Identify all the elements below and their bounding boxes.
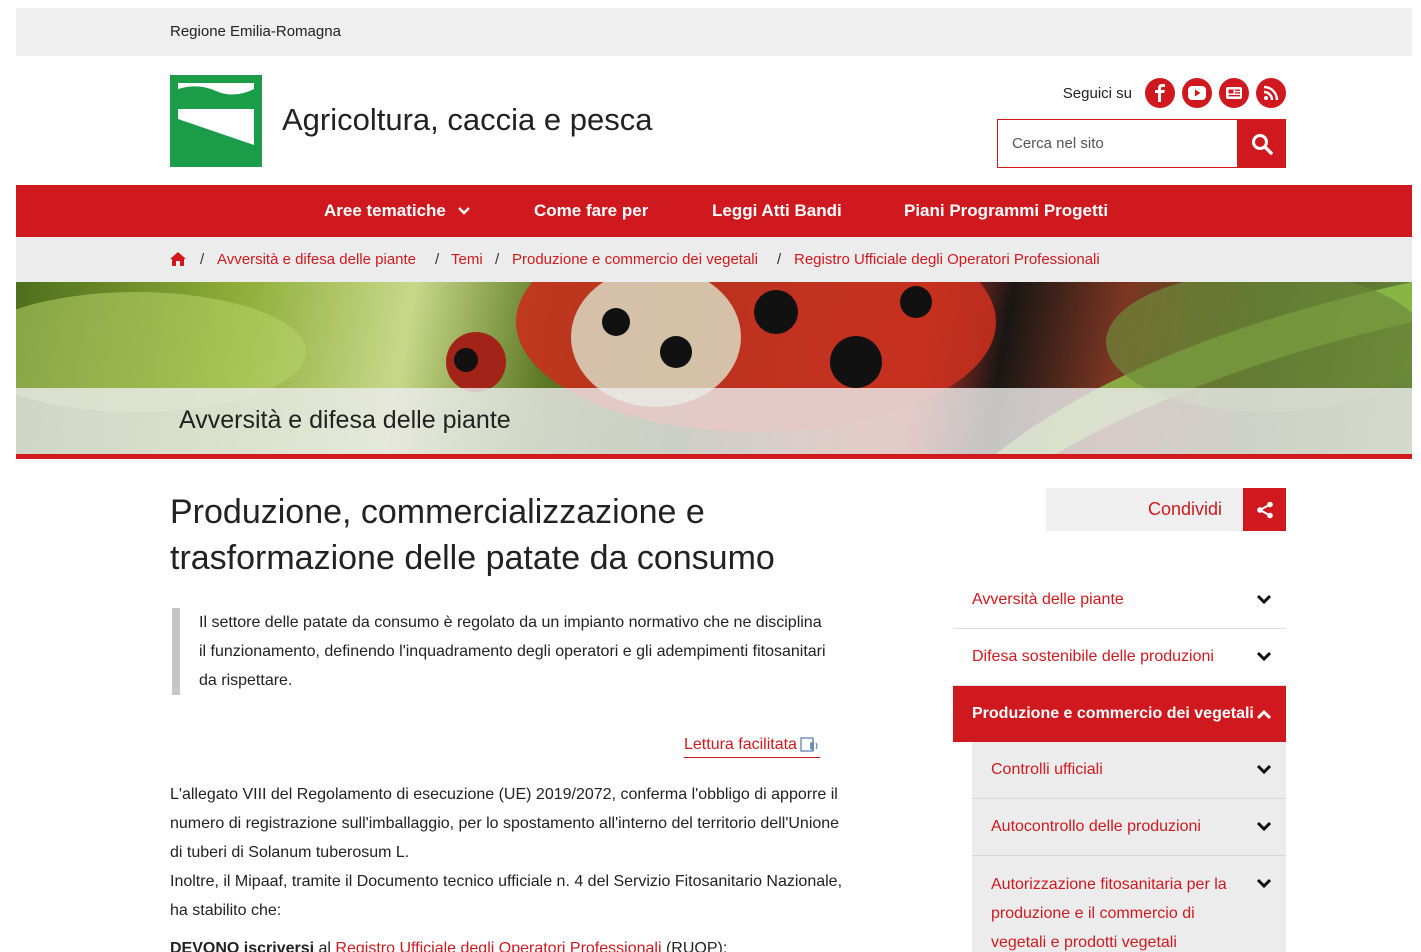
nav-item-piani-programmi-progetti[interactable]: Piani Programmi Progetti	[904, 201, 1108, 221]
paragraph: L'allegato VIII del Regolamento di esecu…	[170, 786, 840, 861]
newsletter-icon[interactable]	[1219, 78, 1249, 108]
logo-emblem	[178, 83, 254, 159]
sidebar-item-produzione[interactable]: Produzione e commercio dei vegetali	[953, 686, 1286, 742]
share-button[interactable]	[1243, 488, 1286, 531]
page-title: Produzione, commercializzazione e trasfo…	[170, 493, 775, 577]
easy-read-link[interactable]: Lettura facilitata	[684, 736, 820, 758]
breadcrumb-item[interactable]: Produzione e commercio dei vegetali	[512, 251, 758, 268]
easy-read-label: Lettura facilitata	[684, 736, 797, 753]
paragraph: Inoltre, il Mipaaf, tramite il Documento…	[170, 873, 843, 919]
chevron-down-icon	[1256, 821, 1272, 832]
ruop-link[interactable]: Registro Ufficiale degli Operatori Profe…	[335, 940, 661, 952]
sidebar-item-avversita[interactable]: Avversità delle piante	[953, 572, 1286, 629]
lead-quote: Il settore delle patate da consumo è reg…	[172, 608, 832, 695]
sidebar-nav: Avversità delle piante Difesa sostenibil…	[953, 572, 1286, 952]
breadcrumb-item[interactable]: Temi	[451, 251, 483, 268]
site-header: Agricoltura, caccia e pesca Seguici su	[16, 56, 1412, 185]
home-icon[interactable]	[169, 251, 187, 267]
share-icon	[1256, 501, 1273, 518]
sidebar-subnav: Controlli ufficiali Autocontrollo delle …	[972, 742, 1286, 952]
hero-title: Avversità e difesa delle piante	[179, 406, 511, 434]
social-follow: Seguici su	[1063, 78, 1286, 108]
youtube-icon[interactable]	[1182, 78, 1212, 108]
search-button[interactable]	[1237, 119, 1286, 168]
breadcrumb: / Avversità e difesa delle piante / Temi…	[16, 237, 1412, 282]
chevron-down-icon	[1256, 594, 1272, 605]
site-title[interactable]: Agricoltura, caccia e pesca	[282, 102, 652, 138]
chevron-down-icon	[1256, 764, 1272, 775]
region-logo[interactable]	[170, 75, 262, 167]
main-nav: Aree tematiche Come fare per Leggi Atti …	[16, 185, 1412, 237]
site-search	[997, 119, 1286, 168]
facebook-icon[interactable]	[1145, 78, 1175, 108]
nav-item-leggi-atti-bandi[interactable]: Leggi Atti Bandi	[712, 201, 842, 221]
sidebar-subitem-controlli[interactable]: Controlli ufficiali	[972, 742, 1286, 799]
chevron-down-icon	[1256, 651, 1272, 662]
search-input[interactable]	[997, 119, 1237, 168]
paragraph: DEVONO iscriversi al Registro Ufficiale …	[170, 934, 850, 952]
nav-item-come-fare-per[interactable]: Come fare per	[534, 201, 648, 221]
chevron-down-icon	[457, 207, 470, 215]
hero-banner: Avversità e difesa delle piante	[16, 282, 1412, 454]
rss-icon[interactable]	[1256, 78, 1286, 108]
sidebar-subitem-autocontrollo[interactable]: Autocontrollo delle produzioni	[972, 799, 1286, 856]
chevron-down-icon	[1256, 878, 1272, 889]
sidebar-subitem-autorizzazione[interactable]: Autorizzazione fitosanitaria per la prod…	[972, 856, 1286, 952]
audio-reader-icon	[800, 737, 818, 752]
breadcrumb-item[interactable]: Registro Ufficiale degli Operatori Profe…	[794, 251, 1100, 268]
hero-divider	[16, 454, 1412, 459]
search-icon	[1251, 133, 1273, 155]
share-label[interactable]: Condividi	[1148, 499, 1222, 520]
region-link[interactable]: Regione Emilia-Romagna	[170, 23, 341, 40]
nav-item-aree-tematiche[interactable]: Aree tematiche	[324, 201, 470, 221]
top-bar: Regione Emilia-Romagna	[16, 8, 1412, 56]
breadcrumb-item[interactable]: Avversità e difesa delle piante	[217, 251, 416, 268]
article-body: L'allegato VIII del Regolamento di esecu…	[170, 780, 850, 952]
chevron-up-icon	[1256, 709, 1272, 720]
sidebar-item-difesa[interactable]: Difesa sostenibile delle produzioni	[953, 629, 1286, 686]
follow-label: Seguici su	[1062, 84, 1132, 102]
share-box: Condividi	[1046, 488, 1286, 531]
